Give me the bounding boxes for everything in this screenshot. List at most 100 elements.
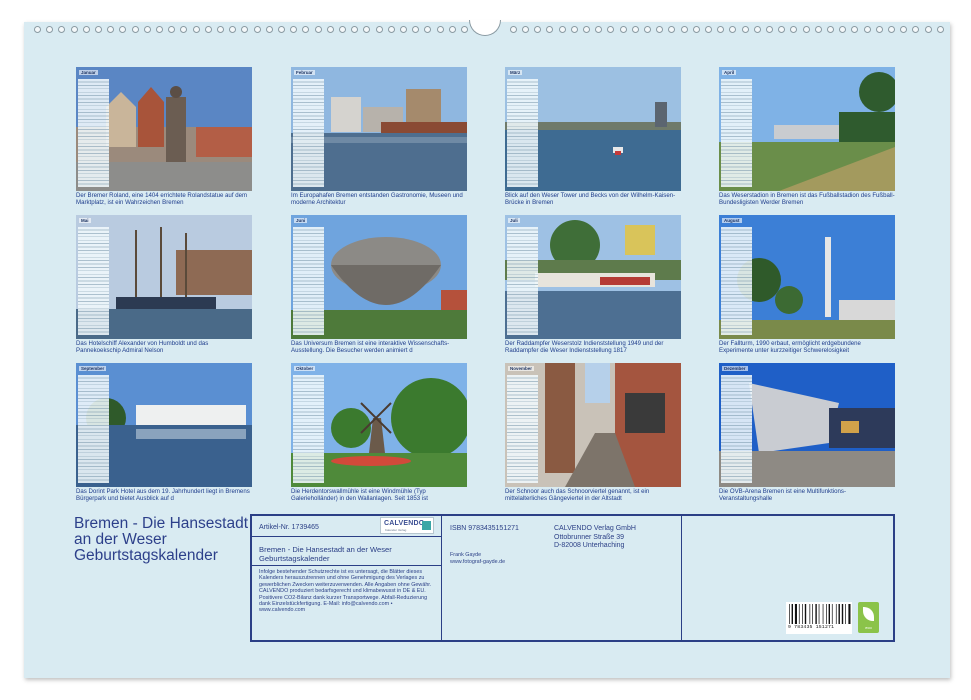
- month-photo-february: Februar: [291, 67, 467, 191]
- month-caption: Das Universum Bremen ist eine interaktiv…: [291, 340, 450, 354]
- binding-ring: [668, 26, 676, 33]
- birthday-planner-strip: [721, 227, 752, 335]
- barcode-bar: [838, 604, 840, 624]
- month-card-may: Mai Das Hotelschiff Alexander von Humbol…: [76, 215, 252, 360]
- barcode-bar: [791, 604, 793, 624]
- imprint-column-left: Artikel-Nr. 1739465 CALVENDO Kalender Ve…: [252, 516, 442, 640]
- binding-ring: [900, 26, 908, 33]
- binding-ring: [265, 26, 273, 33]
- binding-ring: [351, 26, 359, 33]
- birthday-planner-strip: [293, 227, 324, 335]
- author-name: Frank Gayde: [450, 552, 482, 558]
- month-photo-july: Juli: [505, 215, 681, 339]
- binding-ring: [705, 26, 712, 33]
- month-label: Dezember: [722, 366, 748, 371]
- binding-ring: [802, 26, 810, 33]
- barcode-bar: [835, 604, 837, 624]
- month-caption: Die Herdentorswallmühle ist eine Windmüh…: [291, 488, 428, 502]
- binding-ring: [241, 26, 249, 33]
- month-card-february: Februar Im Europahafen Bremen entstanden…: [291, 67, 467, 212]
- publisher-line: Ottobrunner Straße 39: [554, 533, 625, 541]
- birthday-planner-strip: [78, 79, 109, 187]
- barcode-bar: [831, 604, 833, 624]
- binding-ring: [595, 26, 603, 33]
- binding-ring: [534, 26, 542, 33]
- binding-ring: [461, 26, 468, 33]
- month-label: April: [722, 70, 737, 75]
- binding-ring: [619, 26, 627, 33]
- divider: [252, 565, 442, 566]
- binding-ring: [717, 26, 725, 33]
- month-caption: Das Hotelschiff Alexander von Humboldt u…: [76, 340, 209, 354]
- birthday-planner-strip: [721, 79, 752, 187]
- binding-ring: [680, 26, 688, 33]
- binding-ring: [436, 26, 444, 33]
- month-caption: Das Weserstadion in Bremen ist das Fußba…: [719, 192, 895, 206]
- binding-ring: [375, 26, 383, 33]
- binding-ring: [204, 26, 212, 33]
- birthday-planner-strip: [78, 375, 109, 483]
- binding-ring: [314, 26, 322, 33]
- barcode-bar: [802, 604, 803, 624]
- month-caption: Der Fallturm, 1990 erbaut, ermöglicht er…: [719, 340, 861, 354]
- isbn: ISBN 9783435151271: [450, 525, 519, 532]
- binding-ring: [339, 26, 346, 33]
- imprint-title: Bremen - Die Hansestadt an der Weser Geb…: [259, 545, 392, 563]
- month-label: September: [79, 366, 107, 371]
- month-photo-may: Mai: [76, 215, 252, 339]
- imprint-column-right: 9 783435 151271 eco: [682, 516, 893, 640]
- binding-ring: [253, 26, 261, 33]
- birthday-planner-strip: [507, 375, 538, 483]
- binding-ring: [546, 26, 554, 33]
- month-label: Mai: [79, 218, 91, 223]
- author-website: www.fotograf-gayde.de: [450, 558, 506, 565]
- binding-ring: [143, 26, 151, 33]
- binding-ring: [875, 26, 883, 33]
- month-photo-december: Dezember: [719, 363, 895, 487]
- binding-ring: [753, 26, 761, 33]
- barcode-bar: [789, 604, 790, 624]
- binding-ring: [888, 26, 895, 33]
- month-caption: Der Schnoor auch das Schnoorviertel gena…: [505, 488, 650, 502]
- month-card-december: Dezember Die ÖVB-Arena Bremen ist eine M…: [719, 363, 895, 508]
- logo-tagline: Kalender Verlag: [385, 528, 407, 532]
- month-card-july: Juli Der Raddampfer Weserstolz Indiensts…: [505, 215, 681, 360]
- binding-ring: [107, 26, 115, 33]
- birthday-planner-strip: [721, 375, 752, 483]
- birthday-planner-strip: [293, 79, 324, 187]
- binding-ring: [95, 26, 102, 33]
- binding-ring: [363, 26, 371, 33]
- binding-ring: [729, 26, 737, 33]
- month-photo-april: April: [719, 67, 895, 191]
- birthday-planner-strip: [78, 227, 109, 335]
- binding-ring: [570, 26, 578, 33]
- binding-ring: [387, 26, 395, 33]
- binding-ring: [692, 26, 700, 33]
- month-card-april: April Das Weserstadion in Bremen ist das…: [719, 67, 895, 212]
- binding-ring: [70, 26, 78, 33]
- month-card-march: März Blick auf den Weser Tower und Becks…: [505, 67, 681, 212]
- author-credit: Frank Gayde www.fotograf-gayde.de: [450, 552, 505, 566]
- birthday-planner-strip: [293, 375, 324, 483]
- binding-ring: [827, 26, 834, 33]
- month-label: März: [508, 70, 523, 75]
- barcode-number: 9 783435 151271: [788, 625, 835, 630]
- publisher-line: CALVENDO Verlag GmbH: [554, 525, 636, 532]
- binding-ring: [156, 26, 163, 33]
- binding-ring: [766, 26, 773, 33]
- month-label: Oktober: [294, 366, 316, 371]
- binding-ring: [936, 26, 944, 33]
- binding-ring: [229, 26, 237, 33]
- binding-ring: [131, 26, 139, 33]
- barcode-bars: [789, 604, 851, 624]
- month-label: August: [722, 218, 742, 223]
- calendar-title: Bremen - Die Hansestadt an der Weser Geb…: [74, 515, 249, 564]
- publisher-address: CALVENDO Verlag GmbH Ottobrunner Straße …: [554, 525, 636, 551]
- binding-ring: [217, 26, 224, 33]
- binding-ring: [839, 26, 847, 33]
- barcode-bar: [812, 604, 813, 624]
- imprint-box: Artikel-Nr. 1739465 CALVENDO Kalender Ve…: [250, 514, 895, 642]
- binding-ring: [412, 26, 420, 33]
- binding-ring: [448, 26, 456, 33]
- eco-badge: eco: [858, 602, 879, 633]
